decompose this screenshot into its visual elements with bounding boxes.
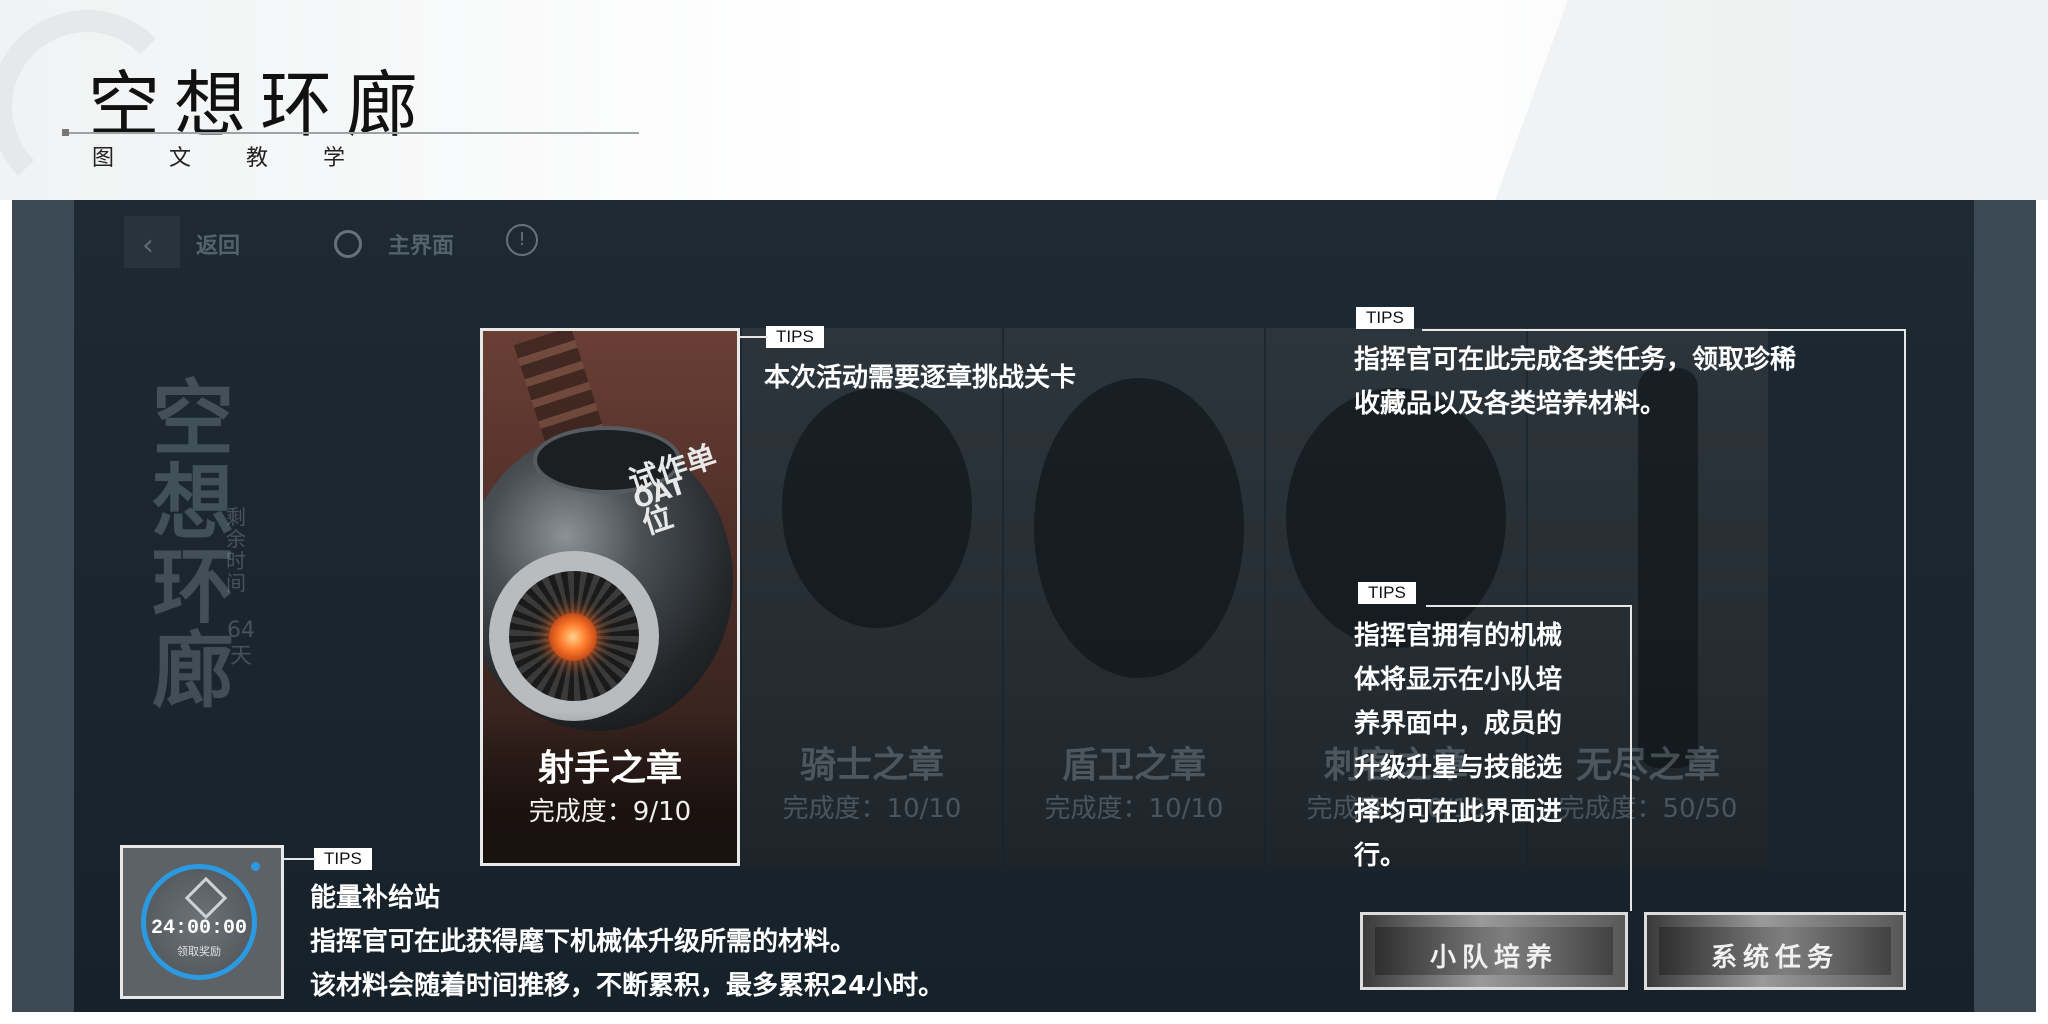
- tip-squad-side-line: [1630, 605, 1632, 911]
- title-divider: [64, 132, 639, 134]
- tip-squad-line-5: 择均可在此界面进: [1354, 797, 1563, 827]
- energy-timer-ring: 24:00:00 领取奖励: [141, 864, 257, 980]
- tip-squad-line-1: 指挥官拥有的机械: [1354, 621, 1563, 651]
- chapter-name: 盾卫之章: [1061, 745, 1206, 786]
- tip-squad-line-3: 养界面中，成员的: [1354, 709, 1563, 739]
- tip-squad-line-2: 体将显示在小队培: [1354, 665, 1563, 695]
- tip-connector: [740, 336, 768, 338]
- home-circle-icon: [334, 230, 362, 258]
- chapter-progress: 完成度：9/10: [528, 797, 692, 827]
- guardian-figure: [1034, 378, 1244, 678]
- tips-tag-chapter: TIPS: [766, 326, 824, 348]
- tip-energy-line-1: 指挥官可在此获得麾下机械体升级所需的材料。: [310, 927, 857, 957]
- energy-station-button[interactable]: 24:00:00 领取奖励: [120, 845, 284, 999]
- tip-tasks-line-1: 指挥官可在此完成各类任务，领取珍稀: [1354, 345, 1797, 375]
- back-label: 返回: [196, 234, 241, 259]
- chapter-card-archer[interactable]: 试作单位 OAT 射手之章 完成度：9/10: [480, 328, 740, 866]
- tip-connector: [284, 858, 316, 860]
- tip-squad-top-line: [1426, 605, 1632, 607]
- home-label: 主界面: [388, 234, 455, 259]
- system-tasks-button[interactable]: 系统任务: [1644, 912, 1906, 990]
- chapter-progress: 完成度：10/10: [782, 794, 962, 824]
- tips-tag-squad: TIPS: [1358, 582, 1416, 604]
- header-slant-decoration: [1330, 0, 2048, 200]
- claim-reward-label: 领取奖励: [177, 945, 221, 958]
- back-icon-box: ‹: [124, 216, 180, 268]
- assassin-figure: [1286, 388, 1506, 648]
- chapter-name: 无尽之章: [1575, 745, 1720, 786]
- tip-tasks-line-2: 收藏品以及各类培养材料。: [1354, 389, 1667, 419]
- page-subtitle: 图 文 教 学: [92, 146, 369, 171]
- knight-figure: [782, 388, 972, 628]
- chapter-card-knight[interactable]: 骑士之章 完成度：10/10: [742, 328, 1002, 866]
- tips-tag-tasks: TIPS: [1356, 307, 1414, 329]
- tip-chapter-text: 本次活动需要逐章挑战关卡: [764, 363, 1077, 393]
- chevron-left-icon: ‹: [142, 228, 154, 263]
- back-button[interactable]: ‹ 返回: [124, 216, 274, 268]
- home-button[interactable]: 主界面: [314, 216, 484, 268]
- robot-eye-icon: [549, 613, 597, 661]
- info-icon[interactable]: !: [506, 224, 538, 256]
- tip-squad-line-4: 升级升星与技能选: [1354, 753, 1563, 783]
- tip-squad-line-6: 行。: [1354, 841, 1407, 871]
- tips-tag-energy: TIPS: [314, 848, 372, 870]
- divider-marker: [62, 129, 69, 136]
- tower-figure: [1638, 368, 1698, 768]
- tip-tasks-side-line: [1904, 329, 1906, 911]
- chapter-name: 射手之章: [537, 748, 682, 789]
- system-tasks-label: 系统任务: [1710, 943, 1839, 973]
- energy-timer: 24:00:00: [150, 917, 247, 940]
- chapter-progress: 完成度：50/50: [1558, 794, 1738, 824]
- chapter-progress: 完成度：10/10: [1044, 794, 1224, 824]
- chapter-card-guardian[interactable]: 盾卫之章 完成度：10/10: [1004, 328, 1264, 866]
- squad-training-label: 小队培养: [1429, 943, 1558, 973]
- remaining-days: 64天: [227, 618, 255, 669]
- remaining-time-label: 剩余时间: [226, 505, 246, 595]
- squad-training-button[interactable]: 小队培养: [1360, 912, 1628, 990]
- tip-energy-title: 能量补给站: [310, 883, 441, 913]
- tip-energy-line-2: 该材料会随着时间推移，不断累积，最多累积24小时。: [310, 971, 945, 1001]
- tip-tasks-top-line: [1422, 329, 1906, 331]
- page-title: 空想环廊: [88, 63, 433, 147]
- notification-dot: [251, 862, 260, 871]
- chapter-name: 骑士之章: [799, 745, 944, 786]
- cube-icon: [184, 876, 228, 920]
